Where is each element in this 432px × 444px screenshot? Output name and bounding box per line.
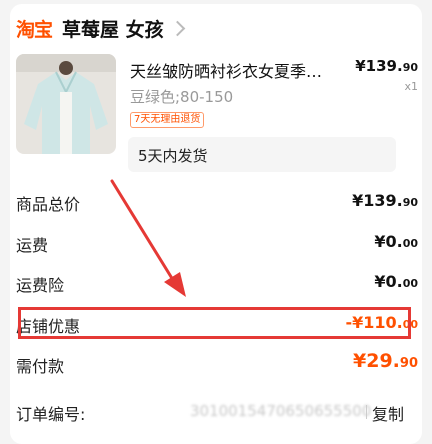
insurance-label: 运费险 (16, 276, 65, 295)
product-title[interactable]: 天丝皱防晒衬衫衣女夏季薄… (130, 58, 332, 82)
product-thumbnail[interactable] (16, 54, 116, 154)
insurance-row: 运费险 ¥0.00 (16, 268, 418, 298)
freight-row: 运费 ¥0.00 (16, 228, 418, 258)
divider (366, 405, 367, 419)
chevron-right-icon[interactable] (169, 20, 185, 36)
pay-value: ¥29.90 (353, 350, 418, 372)
pay-label: 需付款 (16, 357, 65, 376)
taobao-logo: 淘宝 (16, 18, 53, 41)
total-label: 商品总价 (16, 195, 81, 214)
discount-highlight-box (18, 307, 411, 339)
order-number-label: 订单编号: (16, 405, 86, 424)
return-policy-tag: 7天无理由退货 (130, 112, 205, 128)
copy-button[interactable]: 复制 (372, 401, 404, 425)
freight-value: ¥0.00 (374, 232, 418, 251)
freight-label: 运费 (16, 236, 49, 255)
shop-header[interactable]: 淘宝 草莓屋 女孩 (16, 14, 185, 42)
order-number: 3010015470650655500 (190, 402, 372, 420)
shipping-text: 5天内发货 (138, 147, 208, 165)
insurance-value: ¥0.00 (374, 272, 418, 291)
product-quantity: x1 (404, 80, 418, 93)
total-value: ¥139.90 (352, 191, 418, 210)
total-row: 商品总价 ¥139.90 (16, 187, 418, 217)
product-price: ¥139.90 (355, 57, 418, 75)
shop-name[interactable]: 草莓屋 女孩 (62, 15, 164, 42)
shipping-info: 5天内发货 (128, 137, 396, 172)
pay-row: 需付款 ¥29.90 (16, 349, 418, 379)
product-variant: 豆绿色;80-150 (130, 88, 234, 106)
